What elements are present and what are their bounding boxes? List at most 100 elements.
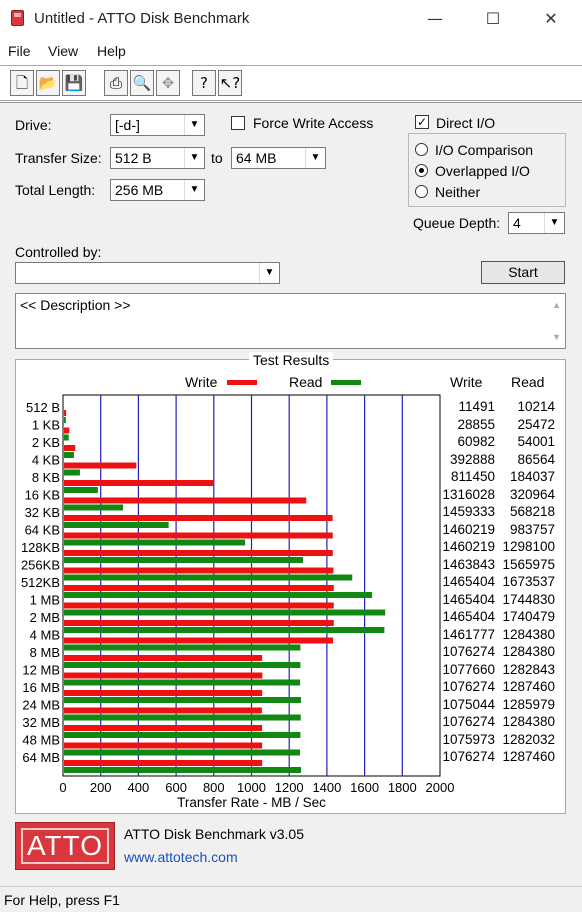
read-bar bbox=[64, 749, 301, 756]
transfer-size-from-select[interactable]: 512 B ▼ bbox=[110, 147, 205, 169]
write-value: 1460219 bbox=[442, 539, 495, 554]
results-title: Test Results bbox=[249, 352, 334, 368]
category-label: 4 KB bbox=[32, 453, 60, 468]
chevron-down-icon: ▼ bbox=[184, 115, 204, 135]
scroll-down-icon[interactable]: ▼ bbox=[552, 332, 561, 342]
write-value: 1076274 bbox=[442, 749, 495, 764]
write-value: 1459333 bbox=[442, 504, 495, 519]
write-bar bbox=[64, 637, 334, 644]
drive-select[interactable]: [-d-] ▼ bbox=[110, 114, 205, 136]
write-bar bbox=[64, 725, 263, 731]
write-bar bbox=[64, 462, 137, 469]
chevron-down-icon: ▼ bbox=[259, 263, 279, 283]
read-value: 1287460 bbox=[502, 749, 555, 764]
open-icon[interactable]: 📂 bbox=[36, 70, 60, 96]
category-label: 16 MB bbox=[22, 680, 60, 695]
write-bar bbox=[64, 742, 263, 749]
category-label: 128KB bbox=[21, 540, 60, 555]
write-value: 11491 bbox=[458, 399, 495, 414]
read-bar bbox=[64, 557, 303, 563]
save-icon[interactable]: 💾 bbox=[62, 70, 86, 96]
menu-view[interactable]: View bbox=[48, 43, 78, 59]
read-value: 184037 bbox=[509, 469, 555, 484]
description-field[interactable]: << Description >> ▲ ▼ bbox=[15, 293, 566, 349]
maximize-button[interactable]: ☐ bbox=[464, 0, 522, 38]
read-bar bbox=[64, 539, 246, 546]
write-value: 1076274 bbox=[442, 679, 495, 694]
x-tick-label: 1400 bbox=[312, 780, 341, 795]
write-bar bbox=[64, 585, 334, 591]
scroll-up-icon[interactable]: ▲ bbox=[552, 300, 561, 310]
direct-io-checkbox[interactable]: ✓ bbox=[415, 115, 429, 129]
overlapped-io-radio[interactable] bbox=[415, 164, 428, 177]
atto-logo-text: ATTO bbox=[21, 828, 109, 864]
io-comparison-radio[interactable] bbox=[415, 143, 428, 156]
controlled-by-label: Controlled by: bbox=[15, 244, 102, 260]
read-bar bbox=[64, 452, 74, 458]
read-bar bbox=[64, 487, 98, 493]
minimize-button[interactable]: — bbox=[406, 0, 464, 38]
read-bar bbox=[64, 644, 301, 651]
help-icon[interactable]: ? bbox=[192, 70, 216, 96]
read-bar bbox=[64, 767, 302, 773]
toolbar bbox=[0, 65, 582, 101]
new-icon[interactable]: 🗋 bbox=[10, 70, 34, 96]
close-button[interactable]: ✕ bbox=[522, 0, 580, 38]
read-value: 1284380 bbox=[502, 714, 555, 729]
print-preview-icon[interactable]: 🔍 bbox=[130, 70, 154, 96]
context-help-icon[interactable]: ↖? bbox=[218, 70, 242, 96]
queue-depth-select[interactable]: 4 ▼ bbox=[508, 212, 565, 234]
category-label: 64 KB bbox=[25, 523, 60, 538]
write-bar bbox=[64, 550, 333, 556]
neither-label: Neither bbox=[435, 184, 481, 200]
read-bar bbox=[64, 679, 301, 686]
category-label: 2 MB bbox=[30, 610, 60, 625]
read-bar bbox=[64, 434, 69, 441]
write-bar bbox=[64, 655, 263, 661]
write-bar bbox=[64, 480, 214, 486]
force-write-access-checkbox[interactable] bbox=[231, 116, 245, 130]
read-bar bbox=[64, 417, 66, 423]
drive-value: [-d-] bbox=[115, 117, 140, 133]
chevron-down-icon: ▼ bbox=[184, 148, 204, 168]
read-value: 1298100 bbox=[502, 539, 555, 554]
print-icon[interactable]: ⎙ bbox=[104, 70, 128, 96]
write-bar bbox=[64, 707, 262, 714]
write-value: 1316028 bbox=[442, 486, 495, 502]
write-value: 1465404 bbox=[442, 591, 495, 607]
force-write-access-label: Force Write Access bbox=[253, 115, 374, 131]
read-value: 568218 bbox=[509, 504, 555, 519]
write-value: 1461777 bbox=[442, 626, 495, 642]
category-label: 1 MB bbox=[30, 593, 60, 608]
x-tick-label: 1200 bbox=[275, 780, 304, 795]
start-button[interactable]: Start bbox=[481, 261, 565, 284]
read-value: 1565975 bbox=[502, 556, 555, 572]
write-value: 1460219 bbox=[442, 521, 495, 537]
read-value: 25472 bbox=[517, 416, 555, 432]
read-bar bbox=[64, 714, 301, 721]
neither-radio[interactable] bbox=[415, 185, 428, 198]
x-tick-label: 400 bbox=[128, 780, 150, 795]
menu-help[interactable]: Help bbox=[97, 43, 126, 59]
website-link[interactable]: www.attotech.com bbox=[124, 849, 238, 865]
menu-file[interactable]: File bbox=[8, 43, 31, 59]
drive-label: Drive: bbox=[15, 117, 52, 133]
write-bar bbox=[64, 532, 333, 539]
read-bar bbox=[64, 574, 353, 581]
write-value: 1076274 bbox=[442, 714, 495, 729]
category-label: 8 KB bbox=[32, 470, 60, 485]
controlled-by-select[interactable]: ▼ bbox=[15, 262, 280, 284]
transfer-size-to-select[interactable]: 64 MB ▼ bbox=[231, 147, 326, 169]
total-length-select[interactable]: 256 MB ▼ bbox=[110, 179, 205, 201]
write-bar bbox=[64, 410, 67, 416]
read-bar bbox=[64, 609, 386, 616]
write-bar bbox=[64, 497, 307, 504]
read-bar bbox=[64, 732, 301, 738]
write-bar bbox=[64, 602, 334, 609]
category-label: 32 MB bbox=[22, 715, 60, 730]
write-value: 1077660 bbox=[442, 661, 495, 677]
move-icon[interactable]: ✥ bbox=[156, 70, 180, 96]
read-bar bbox=[64, 504, 124, 511]
x-tick-label: 800 bbox=[203, 780, 225, 795]
app-icon bbox=[11, 10, 24, 26]
